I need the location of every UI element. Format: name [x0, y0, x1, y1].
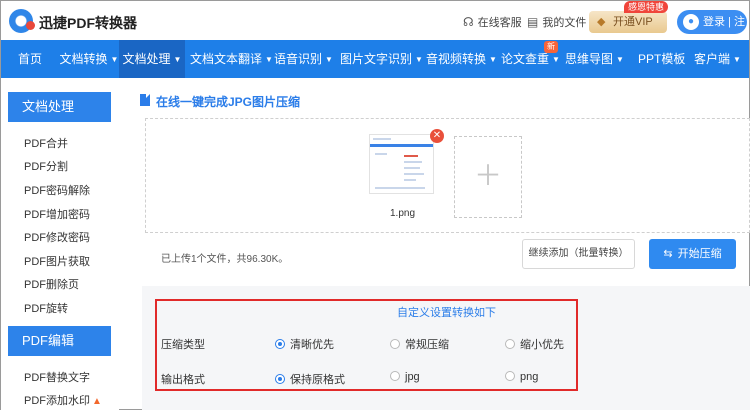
compress-option-normal[interactable]: 常规压缩 [390, 336, 449, 352]
my-files-link[interactable]: ▤ 我的文件 [527, 14, 586, 30]
sidebar-item-pdf-add-password[interactable]: PDF增加密码 [24, 206, 90, 222]
caret-down-icon: ▼ [415, 55, 423, 64]
nav-doc-convert[interactable]: 文档转换 ▼ [59, 40, 119, 78]
nav-image-ocr[interactable]: 图片文字识别 ▼ [340, 40, 423, 78]
upload-status: 已上传1个文件，共96.30K。 [161, 254, 289, 265]
radio-selected-icon [275, 339, 285, 349]
nav-speech-recognition[interactable]: 语音识别 ▼ [274, 40, 333, 78]
continue-add-button[interactable]: 继续添加（批量转换） [522, 239, 635, 269]
nav-client[interactable]: 客户端 ▼ [694, 40, 741, 78]
sidebar-item-pdf-unlock[interactable]: PDF密码解除 [24, 182, 90, 198]
fire-icon: ▲ [92, 396, 102, 407]
compress-option-smaller[interactable]: 缩小优先 [505, 336, 564, 352]
new-badge: 新 [544, 41, 558, 53]
sidebar-section-doc-process[interactable]: 文档处理 [8, 92, 111, 122]
vip-promo-badge: 感恩特惠 [624, 1, 669, 13]
brand-name[interactable]: 迅捷PDF转换器 [39, 13, 137, 33]
remove-file-icon[interactable]: ✕ [430, 129, 444, 143]
upload-area[interactable] [145, 118, 750, 233]
radio-unselected-icon [505, 339, 515, 349]
user-icon: ● [683, 14, 699, 30]
compress-type-label: 压缩类型 [161, 339, 205, 351]
top-header: 迅捷PDF转换器 ☊ 在线客服 ▤ 我的文件 ◆ 开通VIP 感恩特惠 ● 登录 | 注… [1, 1, 749, 52]
nav-mind-map[interactable]: 思维导图 ▼ [565, 40, 624, 78]
sidebar-item-pdf-rotate[interactable]: PDF旋转 [24, 300, 68, 316]
page-title: 在线一键完成JPG图片压缩 [156, 95, 301, 109]
caret-down-icon: ▼ [325, 55, 333, 64]
uploaded-file-thumbnail[interactable] [369, 134, 434, 194]
format-option-original[interactable]: 保持原格式 [275, 371, 345, 387]
sidebar-item-pdf-merge[interactable]: PDF合并 [24, 135, 68, 151]
brand-logo-icon[interactable] [9, 9, 35, 33]
main-nav: 首页 文档转换 ▼ 文档处理 ▼ 文档文本翻译 ▼ 语音识别 ▼ 图片文字识别 ▼ 音视频… [1, 40, 749, 78]
sidebar-item-pdf-replace-text[interactable]: PDF替换文字 [24, 369, 90, 385]
radio-unselected-icon [390, 339, 400, 349]
output-format-label: 输出格式 [161, 374, 205, 386]
format-option-jpg[interactable]: jpg [390, 371, 420, 383]
sidebar-item-pdf-delete-pages[interactable]: PDF删除页 [24, 276, 79, 292]
radio-unselected-icon [390, 371, 400, 381]
file-icon: ▤ [527, 15, 539, 29]
sidebar-item-pdf-extract-images[interactable]: PDF图片获取 [24, 253, 90, 269]
document-icon [140, 94, 150, 106]
radio-unselected-icon [505, 371, 515, 381]
nav-av-convert[interactable]: 音视频转换 ▼ [426, 40, 497, 78]
caret-down-icon: ▼ [110, 55, 119, 64]
sidebar-item-pdf-change-password[interactable]: PDF修改密码 [24, 229, 90, 245]
customer-service-link[interactable]: ☊ 在线客服 [463, 14, 522, 30]
caret-down-icon: ▼ [173, 55, 182, 64]
caret-down-icon: ▼ [733, 55, 741, 64]
nav-home[interactable]: 首页 [1, 40, 59, 78]
vip-button[interactable]: ◆ 开通VIP [589, 11, 667, 33]
caret-down-icon: ▼ [616, 55, 624, 64]
caret-down-icon: ▼ [489, 55, 497, 64]
nav-doc-process[interactable]: 文档处理 ▼ [119, 40, 185, 78]
sidebar-item-pdf-watermark[interactable]: PDF添加水印 ▲ [24, 392, 102, 408]
caret-down-icon: ▼ [265, 55, 273, 64]
compress-option-clarity[interactable]: 清晰优先 [275, 336, 334, 352]
start-compress-button[interactable]: ⇆ 开始压缩 [649, 239, 736, 269]
headset-icon: ☊ [463, 15, 474, 29]
login-register-button[interactable]: ●登录 | 注册 [677, 10, 747, 52]
uploaded-file-name: 1.png [390, 208, 416, 219]
add-file-button[interactable]: ＋ [454, 136, 522, 218]
radio-selected-icon [275, 374, 285, 384]
format-option-png[interactable]: png [505, 371, 538, 383]
sidebar-section-pdf-edit[interactable]: PDF编辑 [8, 326, 111, 356]
diamond-icon: ◆ [597, 16, 606, 28]
convert-arrows-icon: ⇆ [663, 248, 673, 260]
nav-doc-translate[interactable]: 文档文本翻译 ▼ [190, 40, 273, 78]
nav-ppt-template[interactable]: PPT模板 [638, 40, 685, 78]
settings-title: 自定义设置转换如下 [397, 307, 496, 319]
sidebar-item-pdf-split[interactable]: PDF分割 [24, 158, 68, 174]
